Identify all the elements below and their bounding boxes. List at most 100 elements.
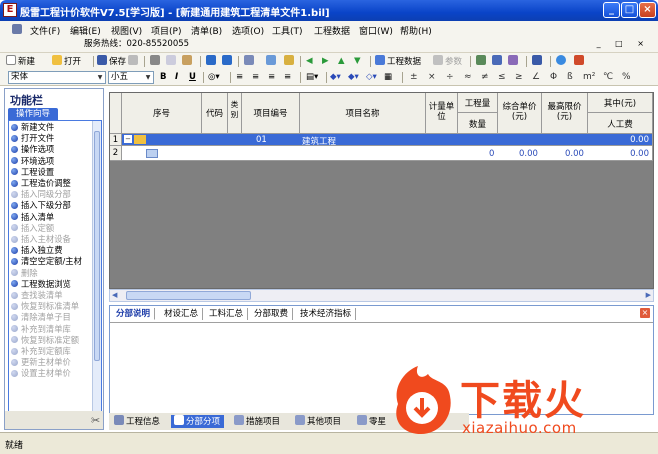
copy-button[interactable] <box>166 55 178 68</box>
align-right-button[interactable]: ≡ <box>268 71 275 84</box>
sidebar-item[interactable]: 恢复到标准清单 <box>11 301 79 312</box>
header-seq[interactable]: 序号 <box>122 93 202 134</box>
sidebar-item[interactable]: 清除清单子目 <box>11 312 71 323</box>
minimize-button[interactable]: _ <box>603 2 620 18</box>
maximize-button[interactable]: □ <box>621 2 638 18</box>
symbol-plusminus[interactable]: ± <box>410 71 418 84</box>
save-button[interactable]: 保存 <box>97 55 126 68</box>
undo-button[interactable] <box>206 55 218 68</box>
row-number[interactable]: 1 <box>110 134 122 146</box>
header-max-price[interactable]: 最高限价(元) <box>542 93 588 134</box>
document-icon[interactable] <box>12 24 22 34</box>
title-bar[interactable]: E 殷雷工程计价软件V7.5[学习版] - [新建通用建筑工程清单文件1.bil… <box>0 0 658 21</box>
menu-project[interactable]: 项目(P) <box>151 24 181 37</box>
header-code[interactable]: 代码 <box>202 93 228 134</box>
symbol-notequal[interactable]: ≠ <box>481 71 489 84</box>
sidebar-item[interactable]: 补充到定额库 <box>11 346 71 357</box>
tools-icon[interactable]: ✂ <box>91 414 100 427</box>
tab-labor-material[interactable]: 工料汇总 <box>205 308 249 320</box>
header-unit[interactable]: 计量单位 <box>426 93 458 134</box>
arrow-up-button[interactable]: ▲ <box>338 55 345 68</box>
sidebar-item[interactable]: 更新主材单价 <box>11 357 71 368</box>
paste-button[interactable] <box>182 55 194 68</box>
menu-tools[interactable]: 工具(T) <box>272 24 303 37</box>
arrow-right-button[interactable]: ▶ <box>322 55 329 68</box>
menu-edit[interactable]: 编辑(E) <box>70 24 101 37</box>
zoom-button[interactable]: ◎▾ <box>208 71 220 84</box>
bill-grid[interactable]: 序号 代码 类别 项目编号 项目名称 计量单位 工程量 数量 综合单价(元) 最… <box>109 92 654 289</box>
tab-section-description[interactable]: 分部说明 <box>112 308 156 320</box>
header-category[interactable]: 类别 <box>228 93 242 134</box>
border-button[interactable]: ◇▾ <box>366 71 377 84</box>
calc-button[interactable] <box>476 55 488 68</box>
mdi-controls[interactable]: _ □ × <box>597 39 650 48</box>
tab-material-summary[interactable]: 材设汇总 <box>160 308 204 320</box>
sidebar-list[interactable]: 新建文件 打开文件 操作选项 环境选项 工程设置 工程造价调整 插入同级分部 插入下级分部 插入… <box>8 120 102 412</box>
underline-button[interactable]: U <box>189 71 196 84</box>
wrap-button[interactable]: ▤▾ <box>306 71 318 84</box>
arrow-left-button[interactable]: ◀ <box>306 55 313 68</box>
scroll-thumb[interactable] <box>94 131 100 361</box>
tab-measures[interactable]: 措施项目 <box>231 415 284 428</box>
app-icon[interactable]: E <box>3 3 17 17</box>
sidebar-item[interactable]: 插入同级分部 <box>11 189 71 200</box>
close-button[interactable]: × <box>639 2 656 18</box>
sidebar-item[interactable]: 插入主材设备 <box>11 234 71 245</box>
sidebar-item[interactable]: 操作选项 <box>11 144 54 155</box>
header-quantity[interactable]: 数量 <box>458 113 498 134</box>
sidebar-item[interactable]: 设置主材单价 <box>11 368 71 379</box>
menu-bill[interactable]: 清单(B) <box>191 24 222 37</box>
scroll-right-icon[interactable]: ▶ <box>646 291 651 299</box>
redo-button[interactable] <box>222 55 234 68</box>
symbol-divide[interactable]: ÷ <box>446 71 454 84</box>
scroll-left-icon[interactable]: ◀ <box>112 291 117 299</box>
tab-operation-wizard[interactable]: 操作向导 <box>8 108 58 120</box>
menu-view[interactable]: 视图(V) <box>111 24 142 37</box>
sidebar-item[interactable]: 工程造价调整 <box>11 178 71 189</box>
cut-button[interactable] <box>150 55 162 68</box>
align-center-button[interactable]: ≡ <box>252 71 259 84</box>
header-item-no[interactable]: 项目编号 <box>242 93 300 134</box>
sidebar-item[interactable]: 环境选项 <box>11 156 54 167</box>
vertical-scrollbar[interactable] <box>92 121 101 411</box>
menu-project-data[interactable]: 工程数据 <box>314 24 350 37</box>
insert-button[interactable] <box>244 55 256 68</box>
header-labor[interactable]: 人工费 <box>588 113 653 134</box>
table-row[interactable]: 0 0.00 0.00 0.00 <box>122 146 653 161</box>
help-button[interactable] <box>556 55 568 68</box>
open-button[interactable]: 打开 <box>52 55 81 68</box>
sidebar-item[interactable]: 新建文件 <box>11 122 54 133</box>
menu-help[interactable]: 帮助(H) <box>400 24 432 37</box>
menu-file[interactable]: 文件(F) <box>30 24 60 37</box>
menu-options[interactable]: 选项(O) <box>232 24 264 37</box>
sidebar-item[interactable]: 工程数据浏览 <box>11 279 71 290</box>
exit-button[interactable] <box>574 55 586 68</box>
merge-button[interactable]: ▦ <box>384 71 392 84</box>
horizontal-scrollbar[interactable]: ◀ ▶ <box>109 289 654 302</box>
fill-color-button[interactable]: ◆▾ <box>330 71 341 84</box>
sidebar-item[interactable]: 删除 <box>11 268 38 279</box>
sidebar-item[interactable]: 恢复到标准定额 <box>11 335 79 346</box>
row-number[interactable]: 2 <box>110 146 122 161</box>
align-left-button[interactable]: ≡ <box>236 71 243 84</box>
symbol-phi[interactable]: Φ <box>550 71 557 84</box>
sidebar-item[interactable]: 插入定额 <box>11 223 54 234</box>
lock-button[interactable] <box>284 55 296 68</box>
symbol-approx[interactable]: ≈ <box>464 71 472 84</box>
arrow-down-button[interactable]: ▼ <box>354 55 361 68</box>
tab-sections[interactable]: 分部分项 <box>171 415 225 428</box>
sidebar-item[interactable]: 查找装清单 <box>11 290 63 301</box>
close-panel-icon[interactable]: × <box>640 308 650 318</box>
table-row[interactable]: − 01 建筑工程 0.00 <box>122 134 653 146</box>
menu-window[interactable]: 窗口(W) <box>359 24 393 37</box>
tab-tech-indicators[interactable]: 技术经济指标 <box>296 308 357 320</box>
symbol-celsius[interactable]: ℃ <box>603 71 613 84</box>
symbol-percent[interactable]: % <box>622 71 631 84</box>
font-select[interactable]: 宋体 ▼ <box>8 71 106 84</box>
justify-button[interactable]: ≡ <box>284 71 291 84</box>
symbol-times[interactable]: × <box>428 71 436 84</box>
font-color-button[interactable]: ◆▾ <box>348 71 359 84</box>
parameter-button[interactable]: 参数 <box>433 55 462 68</box>
symbol-beta[interactable]: ß <box>567 71 573 84</box>
symbol-ge[interactable]: ≥ <box>515 71 523 84</box>
